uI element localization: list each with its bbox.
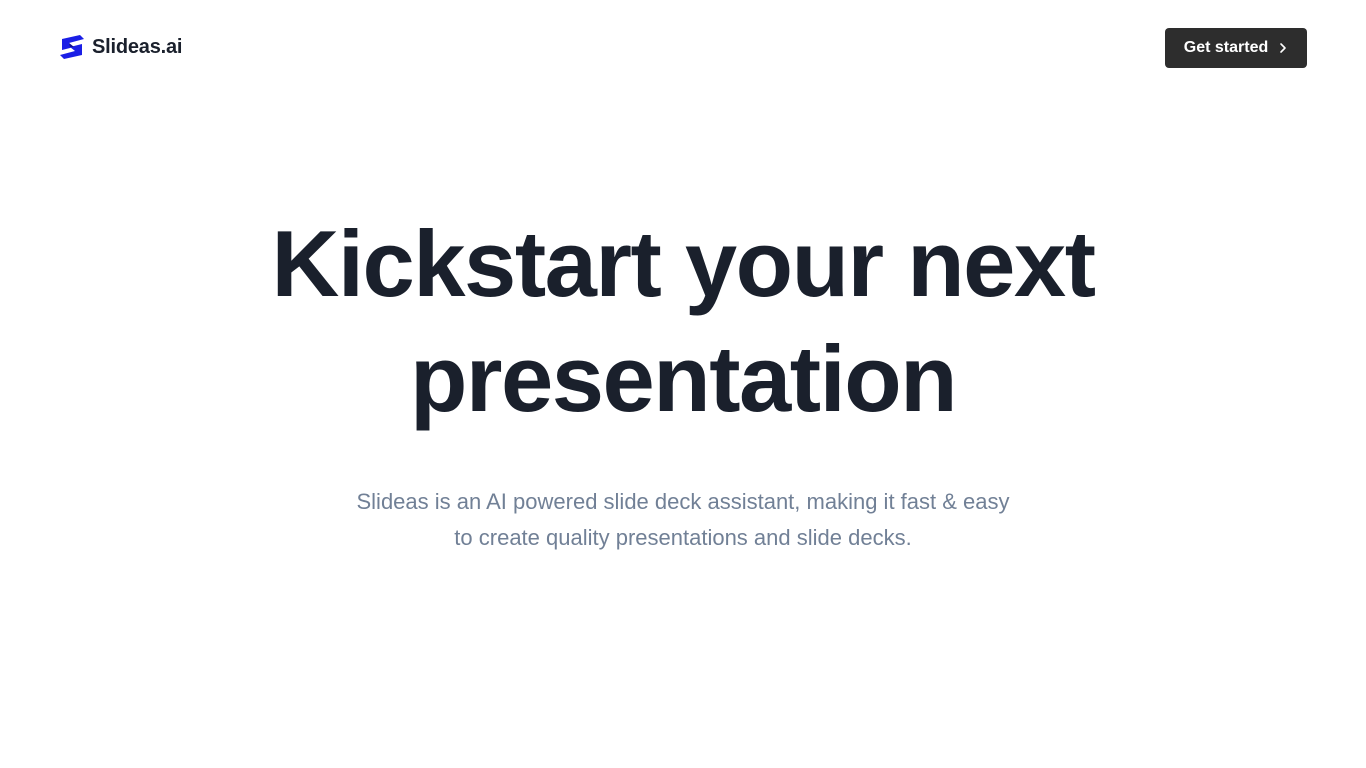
hero-title: Kickstart your next presentation [271, 211, 1096, 431]
chevron-right-icon [1280, 43, 1287, 53]
get-started-label: Get started [1183, 39, 1269, 56]
landing-page: Slideas.ai Get started Kickstart your ne… [0, 0, 1366, 768]
get-started-button[interactable]: Get started [1165, 28, 1307, 68]
brand-link[interactable]: Slideas.ai [58, 33, 182, 61]
brand-name: Slideas.ai [92, 35, 183, 58]
hero-subtitle: Slideas is an AI powered slide deck assi… [356, 489, 1010, 550]
site-header: Slideas.ai Get started [0, 0, 1366, 96]
slideas-logo-icon [60, 35, 84, 59]
